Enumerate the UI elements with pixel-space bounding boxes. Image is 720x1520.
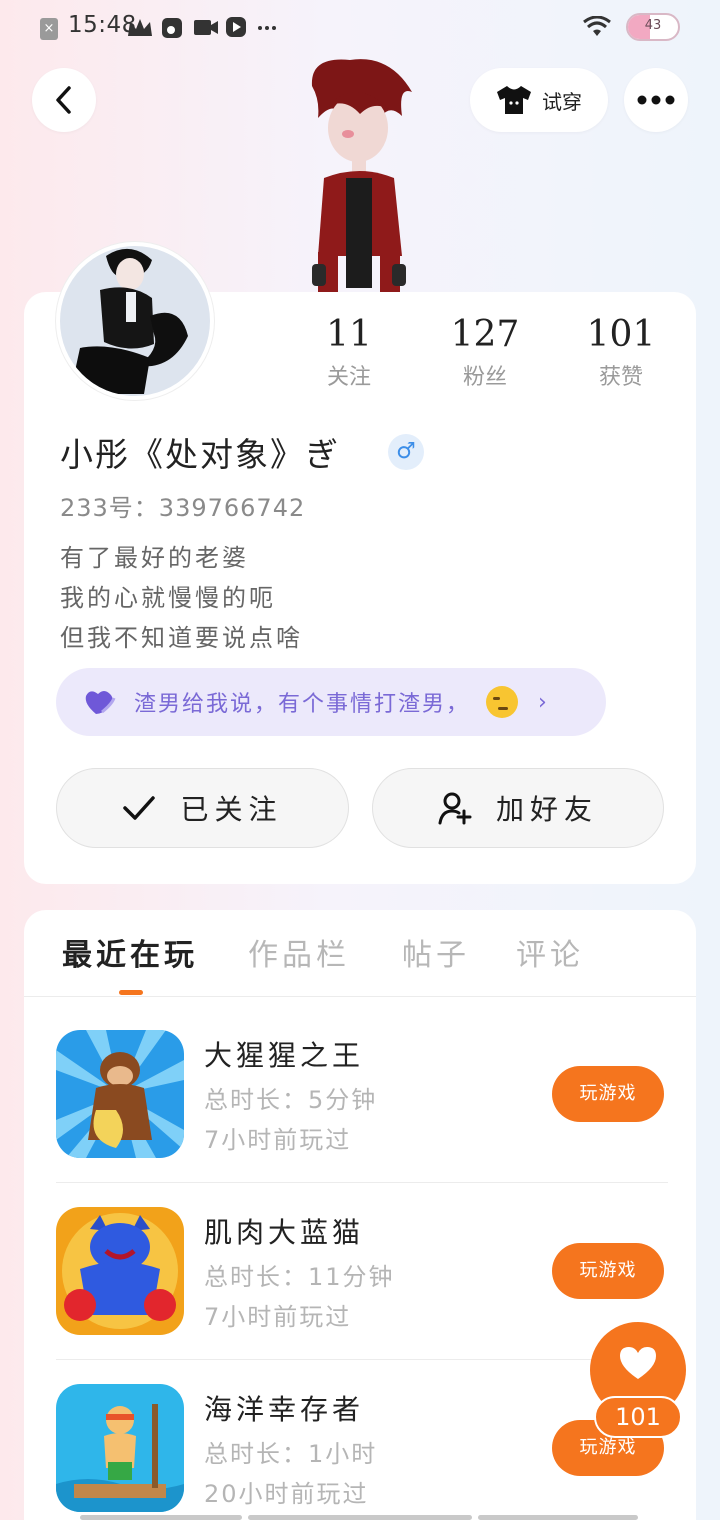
- wifi-icon: [583, 16, 611, 36]
- ocean-survivor-game-icon[interactable]: [56, 1384, 184, 1512]
- avatar[interactable]: [56, 242, 214, 400]
- likes-label: 获赞: [598, 365, 643, 390]
- row-divider: [56, 1182, 668, 1183]
- gorilla-game-icon[interactable]: [56, 1030, 184, 1158]
- add-friend-label: 加好友: [495, 793, 598, 826]
- game-name: 海洋幸存者: [204, 1393, 365, 1426]
- tshirt-icon: [497, 86, 531, 114]
- tab-divider: [24, 996, 696, 997]
- notification-close-icon: ×: [40, 18, 58, 40]
- more-horizontal-icon: [637, 95, 675, 105]
- more-options-button[interactable]: [624, 68, 688, 132]
- battery-level: 43: [644, 18, 662, 33]
- play-app-icon: [226, 17, 246, 37]
- scroll-indicator: [248, 1515, 472, 1520]
- heart-icon: [620, 1347, 656, 1379]
- play-game-button[interactable]: 玩游戏: [552, 1066, 664, 1122]
- scroll-indicator: [80, 1515, 242, 1520]
- game-duration: 总时长：11分钟: [204, 1263, 395, 1291]
- game-name: 肌肉大蓝猫: [204, 1216, 365, 1249]
- tab-recently-played[interactable]: 最近在玩: [62, 930, 198, 974]
- character-figure: [311, 59, 412, 292]
- list-item[interactable]: 肌肉大蓝猫 总时长：11分钟 7小时前玩过 玩游戏: [56, 1207, 668, 1357]
- heart-pair-icon: [85, 691, 116, 714]
- scroll-indicator: [478, 1515, 638, 1520]
- tab-works[interactable]: 作品栏: [248, 930, 350, 974]
- video-camera-icon: [194, 20, 218, 35]
- game-name: 大猩猩之王: [204, 1039, 365, 1072]
- relationship-quote-bar[interactable]: 渣男给我说，有个事情打渣男， ›: [56, 668, 606, 736]
- game-duration: 总时长：1小时: [204, 1440, 378, 1468]
- followed-button[interactable]: 已关注: [56, 768, 349, 848]
- game-last-played: 7小时前玩过: [204, 1126, 352, 1154]
- status-app-icons: [128, 16, 278, 45]
- user-id: 233号：339766742: [60, 494, 306, 522]
- like-count: 101: [594, 1396, 682, 1438]
- quote-text: 渣男给我说，有个事情打渣男，: [134, 692, 471, 717]
- following-count: 11: [326, 314, 372, 355]
- back-button[interactable]: [32, 68, 96, 132]
- status-time: 15:48: [68, 12, 137, 38]
- game-duration: 总时长：5分钟: [204, 1086, 378, 1114]
- smirk-emoji-icon: [486, 686, 519, 718]
- crown-icon: [128, 19, 152, 36]
- male-gender-icon: ♂: [388, 434, 424, 470]
- checkmark-icon: [123, 796, 156, 820]
- stat-followers[interactable]: 127 粉丝: [430, 314, 540, 391]
- more-dots-icon: [258, 26, 276, 30]
- followers-label: 粉丝: [462, 365, 507, 390]
- status-bar: × 15:48 43: [0, 0, 720, 56]
- list-item[interactable]: 海洋幸存者 总时长：1小时 20小时前玩过 玩游戏: [56, 1384, 668, 1520]
- blue-cat-game-icon[interactable]: [56, 1207, 184, 1335]
- active-tab-indicator: [119, 990, 143, 995]
- followers-count: 127: [450, 314, 520, 355]
- likes-count: 101: [586, 314, 656, 355]
- try-on-label: 试穿: [542, 89, 582, 114]
- username: 小彤《处对象》ぎ: [60, 435, 340, 474]
- list-item[interactable]: 大猩猩之王 总时长：5分钟 7小时前玩过 玩游戏: [56, 1030, 668, 1180]
- battery-indicator: 43: [626, 13, 680, 41]
- try-on-button[interactable]: 试穿: [470, 68, 608, 132]
- chevron-right-icon: ›: [538, 689, 547, 715]
- stat-following[interactable]: 11 关注: [294, 314, 404, 391]
- tab-posts[interactable]: 帖子: [402, 930, 470, 974]
- add-user-icon: [438, 792, 472, 825]
- game-last-played: 20小时前玩过: [204, 1480, 369, 1508]
- chevron-left-icon: [56, 86, 71, 114]
- row-divider: [56, 1359, 668, 1360]
- following-label: 关注: [326, 365, 371, 390]
- stat-likes[interactable]: 101 获赞: [566, 314, 676, 391]
- bio-line: 我的心就慢慢的呃: [60, 584, 276, 612]
- followed-label: 已关注: [180, 793, 283, 826]
- bio-line: 有了最好的老婆: [60, 544, 249, 572]
- tab-comments[interactable]: 评论: [516, 930, 584, 974]
- game-last-played: 7小时前玩过: [204, 1303, 352, 1331]
- play-game-button[interactable]: 玩游戏: [552, 1243, 664, 1299]
- add-friend-button[interactable]: 加好友: [372, 768, 664, 848]
- bio-line: 但我不知道要说点啥: [60, 624, 303, 652]
- music-app-icon: [162, 18, 182, 38]
